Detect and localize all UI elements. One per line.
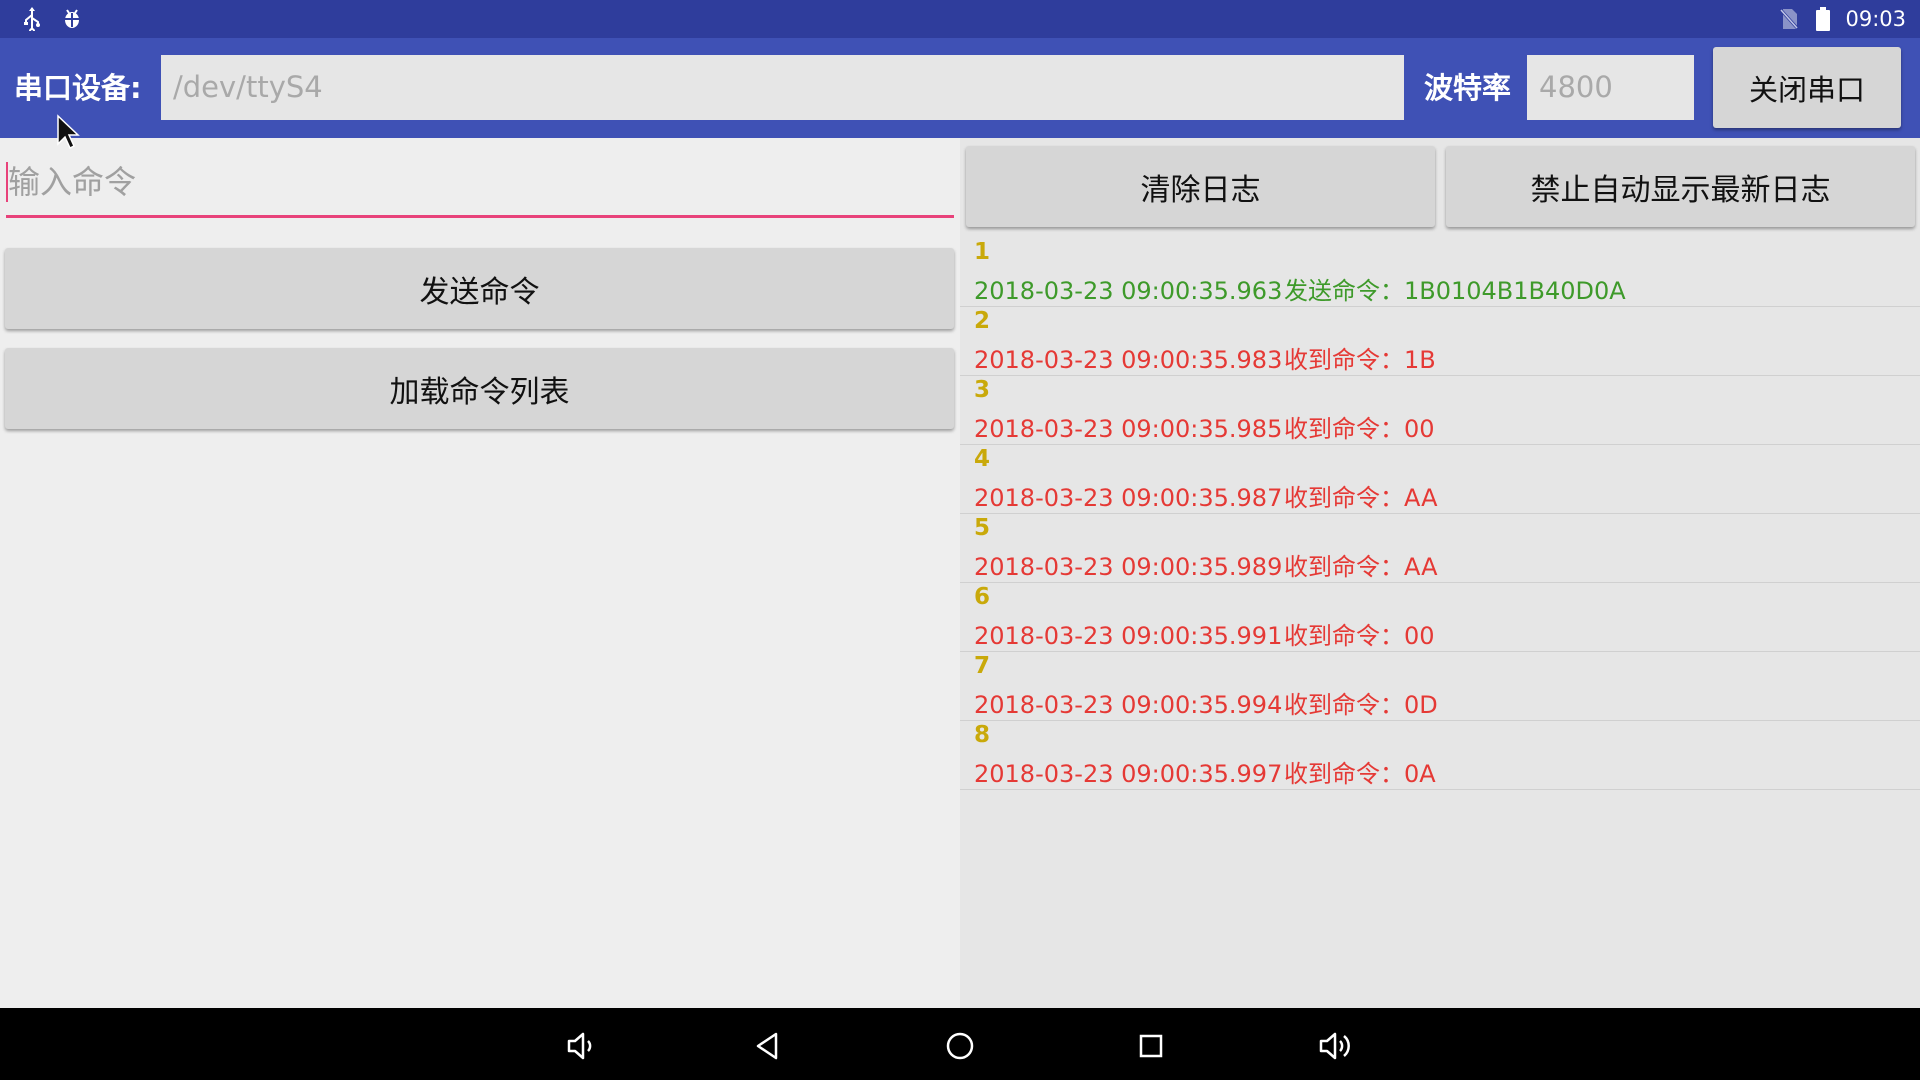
log-number: 3: [974, 377, 991, 403]
status-right-icons: 09:03: [1777, 0, 1906, 38]
log-message: 收到命令：1B: [1284, 346, 1436, 374]
disable-autoscroll-button[interactable]: 禁止自动显示最新日志: [1446, 146, 1915, 227]
home-icon[interactable]: [940, 1026, 980, 1066]
recents-icon[interactable]: [1131, 1026, 1171, 1066]
clock: 09:03: [1845, 7, 1906, 31]
log-item: 6 2018-03-23 09:00:35.991收到命令：00: [960, 583, 1920, 652]
log-item: 4 2018-03-23 09:00:35.987收到命令：AA: [960, 445, 1920, 514]
log-number: 6: [974, 584, 991, 610]
navigation-bar: [0, 1008, 1920, 1080]
log-item: 7 2018-03-23 09:00:35.994收到命令：0D: [960, 652, 1920, 721]
log-message: 收到命令：AA: [1284, 484, 1438, 512]
log-entry: 2018-03-23 09:00:35.989收到命令：AA: [974, 547, 1438, 582]
log-entry: 2018-03-23 09:00:35.987收到命令：AA: [974, 478, 1438, 513]
log-timestamp: 2018-03-23 09:00:35.987: [974, 484, 1283, 512]
log-entry: 2018-03-23 09:00:35.994收到命令：0D: [974, 685, 1438, 720]
load-command-list-button[interactable]: 加载命令列表: [5, 348, 954, 429]
back-icon[interactable]: [748, 1026, 788, 1066]
command-input[interactable]: 输入命令: [6, 148, 954, 218]
log-number: 5: [974, 515, 991, 541]
log-entry: 2018-03-23 09:00:35.991收到命令：00: [974, 616, 1435, 651]
log-number: 8: [974, 722, 991, 748]
log-entry: 2018-03-23 09:00:35.963发送命令：1B0104B1B40D…: [974, 271, 1626, 306]
send-command-button[interactable]: 发送命令: [5, 248, 954, 329]
close-port-button[interactable]: 关闭串口: [1713, 47, 1901, 128]
log-item: 5 2018-03-23 09:00:35.989收到命令：AA: [960, 514, 1920, 583]
status-bar: 09:03: [0, 0, 1920, 38]
volume-up-icon[interactable]: [1316, 1026, 1356, 1066]
mouse-pointer-icon: [56, 114, 86, 154]
log-list[interactable]: 1 2018-03-23 09:00:35.963发送命令：1B0104B1B4…: [960, 238, 1920, 790]
log-timestamp: 2018-03-23 09:00:35.963: [974, 277, 1283, 305]
serial-toolbar: 串口设备: /dev/ttyS4 波特率 4800 关闭串口: [0, 38, 1920, 138]
log-message: 收到命令：00: [1284, 415, 1435, 443]
log-item: 2 2018-03-23 09:00:35.983收到命令：1B: [960, 307, 1920, 376]
log-pane: 清除日志 禁止自动显示最新日志 1 2018-03-23 09:00:35.96…: [960, 138, 1920, 1008]
baud-rate-input[interactable]: 4800: [1527, 55, 1694, 120]
usb-icon: [20, 7, 44, 31]
log-message: 收到命令：AA: [1284, 553, 1438, 581]
log-item: 1 2018-03-23 09:00:35.963发送命令：1B0104B1B4…: [960, 238, 1920, 307]
log-number: 7: [974, 653, 991, 679]
log-number: 2: [974, 308, 991, 334]
log-message: 收到命令：00: [1284, 622, 1435, 650]
log-number: 4: [974, 446, 991, 472]
volume-down-icon[interactable]: [562, 1026, 602, 1066]
command-pane: 输入命令 发送命令 加载命令列表: [0, 138, 960, 1008]
log-timestamp: 2018-03-23 09:00:35.983: [974, 346, 1283, 374]
log-item: 8 2018-03-23 09:00:35.997收到命令：0A: [960, 721, 1920, 790]
log-message: 收到命令：0D: [1284, 691, 1438, 719]
log-message: 收到命令：0A: [1284, 760, 1436, 788]
text-cursor: [6, 162, 8, 202]
log-entry: 2018-03-23 09:00:35.985收到命令：00: [974, 409, 1435, 444]
android-debug-icon: [60, 7, 84, 31]
log-number: 1: [974, 239, 991, 265]
log-entry: 2018-03-23 09:00:35.983收到命令：1B: [974, 340, 1436, 375]
status-left-icons: [20, 7, 84, 31]
log-timestamp: 2018-03-23 09:00:35.989: [974, 553, 1283, 581]
clear-log-button[interactable]: 清除日志: [966, 146, 1435, 227]
log-timestamp: 2018-03-23 09:00:35.985: [974, 415, 1283, 443]
device-path-input[interactable]: /dev/ttyS4: [161, 55, 1404, 120]
baud-rate-label: 波特率: [1424, 71, 1512, 105]
battery-icon: [1811, 7, 1835, 31]
log-item: 3 2018-03-23 09:00:35.985收到命令：00: [960, 376, 1920, 445]
no-sim-icon: [1777, 7, 1801, 31]
log-entry: 2018-03-23 09:00:35.997收到命令：0A: [974, 754, 1436, 789]
log-timestamp: 2018-03-23 09:00:35.997: [974, 760, 1283, 788]
log-message: 发送命令：1B0104B1B40D0A: [1284, 277, 1626, 305]
log-timestamp: 2018-03-23 09:00:35.994: [974, 691, 1283, 719]
log-timestamp: 2018-03-23 09:00:35.991: [974, 622, 1283, 650]
